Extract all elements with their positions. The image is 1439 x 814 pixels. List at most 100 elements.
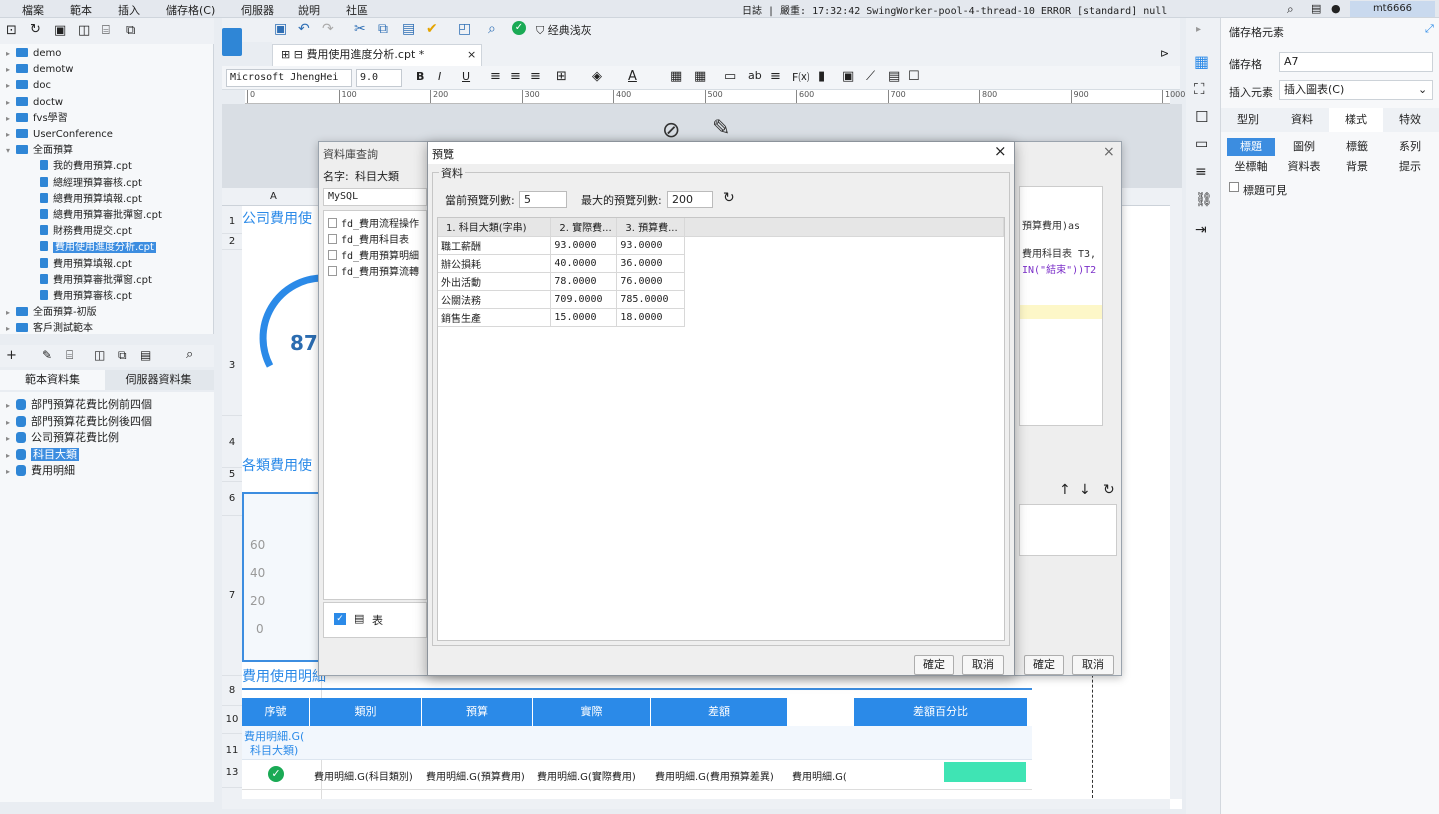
- refresh-param-icon[interactable]: ↻: [1103, 482, 1115, 498]
- template-icon[interactable]: [222, 28, 242, 56]
- move-down-icon[interactable]: ↓: [1079, 482, 1091, 498]
- dataset-item[interactable]: ▸ 部門預算花費比例前四個: [6, 396, 152, 412]
- chart-subtab[interactable]: 系列: [1386, 138, 1434, 156]
- current-rows-input[interactable]: 5: [519, 191, 567, 208]
- row-number[interactable]: 13: [222, 758, 242, 788]
- tree-item[interactable]: 總經理預算審核.cpt: [40, 176, 142, 192]
- element-tab[interactable]: 型別: [1221, 108, 1275, 132]
- format-painter-icon[interactable]: ✔: [426, 21, 438, 37]
- name-field[interactable]: 科目大類: [355, 168, 399, 184]
- database-icon[interactable]: ▤: [140, 348, 151, 362]
- tree-item[interactable]: 我的費用預算.cpt: [40, 159, 132, 175]
- menu-server[interactable]: 伺服器: [241, 2, 274, 18]
- preview-column-header[interactable]: 1. 科目大類(字串): [438, 218, 552, 237]
- tree-item[interactable]: 總費用預算填報.cpt: [40, 192, 142, 208]
- element-tab[interactable]: 樣式: [1329, 108, 1383, 132]
- formula-icon[interactable]: F⒳: [792, 69, 809, 85]
- copy-dataset-icon[interactable]: ⧉: [118, 348, 127, 363]
- align-left-icon[interactable]: ≡: [490, 69, 501, 84]
- copy-cell-icon[interactable]: ⧉: [378, 21, 388, 37]
- search-dataset-icon[interactable]: ⌕: [186, 347, 193, 362]
- tree-item[interactable]: ▸ 全面預算-初版: [6, 305, 97, 321]
- sql-editor[interactable]: 預算費用)as 費用科目表 T3, IN("結束"))T2: [1019, 186, 1103, 426]
- cancel-button[interactable]: 取消: [1072, 655, 1114, 675]
- expand-icon[interactable]: ▸: [6, 111, 16, 127]
- undo-icon[interactable]: ↶: [298, 21, 310, 37]
- widget-setting-icon[interactable]: ▭: [1195, 136, 1208, 152]
- align-right-icon[interactable]: ≡: [530, 69, 541, 84]
- formula-cell[interactable]: 費用明細.G(預算費用): [426, 768, 535, 783]
- detail-header-cell[interactable]: 類別: [310, 698, 422, 726]
- close-icon[interactable]: ×: [1103, 144, 1115, 160]
- insert-element-select[interactable]: 插入圖表(C) ⌄: [1279, 80, 1433, 100]
- detail-header-cell[interactable]: 實際: [533, 698, 651, 726]
- tab-menu-icon[interactable]: ⊳: [1160, 47, 1169, 60]
- import-icon[interactable]: ⇥: [1195, 222, 1207, 238]
- chart-subtab[interactable]: 圖例: [1280, 138, 1328, 156]
- formula-cell[interactable]: 費用明細.G(: [792, 768, 856, 783]
- hyperlink-icon[interactable]: ⛓: [1195, 192, 1213, 208]
- preview-table[interactable]: 1. 科目大類(字串) 2. 實際費... 3. 預算費... 職工薪酬 93.0000…: [438, 218, 1004, 327]
- table-icon[interactable]: ▦: [694, 69, 706, 84]
- element-tab[interactable]: 特效: [1383, 108, 1437, 132]
- title-visible-checkbox[interactable]: [1229, 182, 1239, 192]
- dataset-item[interactable]: ▸ 科目大類: [6, 446, 79, 462]
- preview-row[interactable]: 公關法務 709.0000 785.0000: [438, 290, 1004, 309]
- preview-icon[interactable]: ◰: [458, 21, 471, 37]
- cell-attr-icon[interactable]: ⛶: [1194, 80, 1205, 98]
- vertical-scrollbar[interactable]: [1170, 188, 1182, 799]
- log-status[interactable]: 日誌 | 嚴重: 17:32:42 SwingWorker-pool-4-thr…: [742, 2, 1167, 17]
- db-table-item[interactable]: fd_費用預算流轉: [328, 263, 419, 278]
- row-number[interactable]: 7: [222, 516, 242, 676]
- expand-icon[interactable]: ▸: [6, 418, 16, 427]
- expand-icon[interactable]: ▸: [6, 451, 16, 460]
- menu-help[interactable]: 說明: [298, 2, 320, 18]
- expand-icon[interactable]: ▸: [6, 62, 16, 78]
- tree-item[interactable]: ▸ doc: [6, 78, 51, 94]
- bold-icon[interactable]: B: [416, 70, 424, 83]
- expand-icon[interactable]: ▸: [6, 95, 16, 111]
- row-number[interactable]: 5: [222, 468, 242, 482]
- font-size-select[interactable]: 9.0: [356, 69, 402, 87]
- italic-icon[interactable]: I: [438, 70, 441, 83]
- element-tab[interactable]: 資料: [1275, 108, 1329, 132]
- fill-color-icon[interactable]: ◈: [592, 69, 602, 84]
- row-number[interactable]: 4: [222, 418, 242, 468]
- sheet-title-2[interactable]: 各類費用使: [242, 455, 312, 475]
- tree-item[interactable]: 費用預算審批彈窗.cpt: [40, 273, 152, 289]
- cell-element-icon[interactable]: ▦: [1194, 52, 1209, 71]
- expand-icon[interactable]: ▸: [6, 401, 16, 410]
- condition-icon[interactable]: ≡: [1195, 164, 1207, 180]
- chart-subtab[interactable]: 坐標軸: [1227, 158, 1275, 176]
- hide-icon[interactable]: ⊘: [662, 118, 680, 143]
- expand-icon[interactable]: ▸: [6, 321, 16, 334]
- sheet-title-3[interactable]: 費用使用明細: [242, 666, 326, 686]
- chart-icon[interactable]: ▮: [818, 69, 825, 84]
- chart-subtab[interactable]: 標題: [1227, 138, 1275, 156]
- tree-item[interactable]: ▸ demo: [6, 46, 61, 62]
- chart-subtab[interactable]: 資料表: [1280, 158, 1328, 176]
- preview-row[interactable]: 銷售生產 15.0000 18.0000: [438, 308, 1004, 327]
- menu-cell[interactable]: 儲存格(C): [166, 2, 215, 18]
- menu-community[interactable]: 社區: [346, 2, 368, 18]
- preview-ok-button[interactable]: 確定: [914, 655, 954, 675]
- align-center-icon[interactable]: ≡: [510, 69, 521, 84]
- formula-cell[interactable]: 費用明細.G(科目類別): [314, 768, 424, 783]
- edit-pencil-icon[interactable]: ✎: [712, 116, 730, 141]
- dataset-item[interactable]: ▸ 公司預算花費比例: [6, 429, 119, 445]
- preview-row[interactable]: 職工薪酬 93.0000 93.0000: [438, 236, 1004, 255]
- db-table-item[interactable]: fd_費用科目表: [328, 231, 409, 246]
- expand-icon[interactable]: ▸: [6, 127, 16, 143]
- theme-button[interactable]: ⛉ 经典浅灰: [536, 22, 592, 38]
- row-13[interactable]: ✓ 費用明細.G(科目類別) 費用明細.G(預算費用) 費用明細.G(實際費用) 費用…: [242, 760, 1032, 790]
- expand-icon[interactable]: ▸: [6, 78, 16, 94]
- subreport-icon[interactable]: ▤: [888, 69, 900, 84]
- add-dataset-icon[interactable]: +: [6, 348, 17, 363]
- tree-item[interactable]: 費用使用進度分析.cpt: [40, 240, 156, 256]
- pin-icon[interactable]: ⤢: [1425, 22, 1434, 36]
- open-icon[interactable]: ▣: [54, 23, 66, 38]
- horizontal-scrollbar[interactable]: [222, 799, 1170, 809]
- row-number[interactable]: 10: [222, 706, 242, 734]
- detail-header-cell[interactable]: 預算: [422, 698, 533, 726]
- expand-icon[interactable]: ▸: [6, 46, 16, 62]
